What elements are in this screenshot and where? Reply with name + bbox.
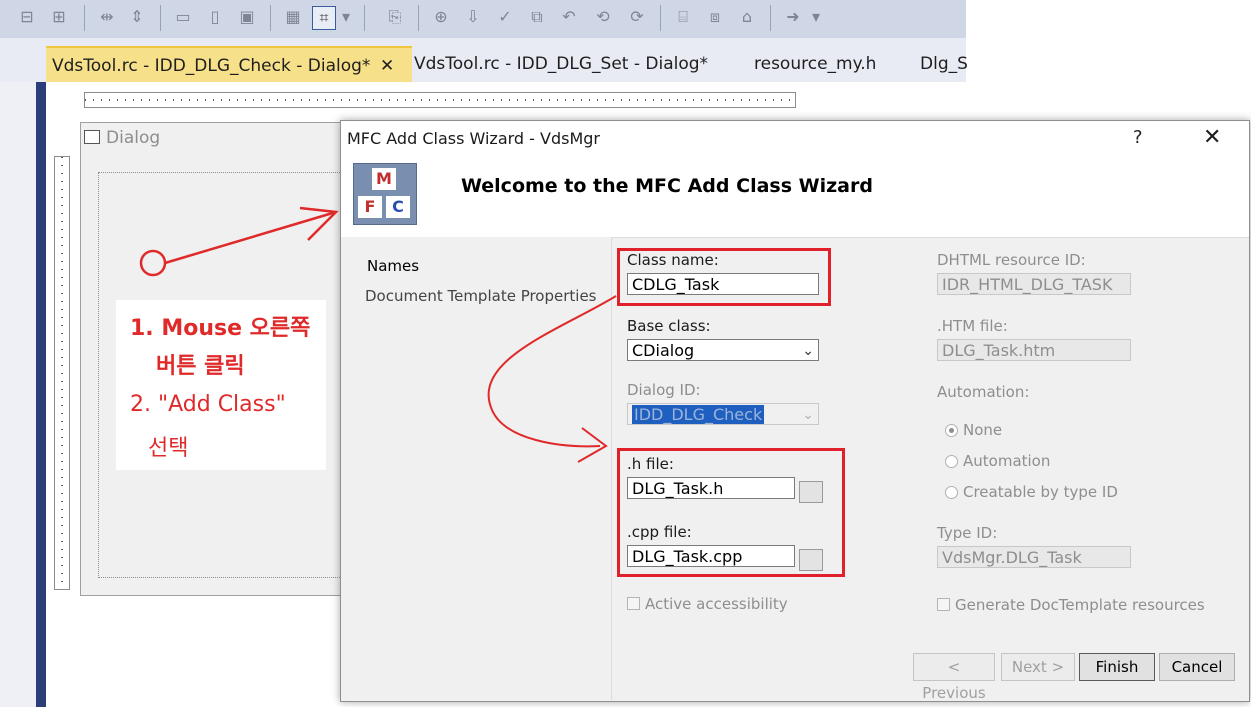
align-left-icon[interactable]: ⊟ <box>16 6 38 28</box>
generate-doctemplate-label: Generate DocTemplate resources <box>955 596 1205 614</box>
class-name-highlight <box>617 248 831 306</box>
dhtml-resource-id-label: DHTML resource ID: <box>937 251 1086 269</box>
automation-automation-radio <box>945 455 958 468</box>
wizard-titlebar: MFC Add Class Wizard - VdsMgr ? ✕ <box>341 121 1249 157</box>
active-accessibility-checkbox <box>627 597 640 610</box>
make-same-size-icon[interactable]: ▣ <box>236 6 258 28</box>
dhtml-resource-id-input: IDR_HTML_DLG_TASK <box>937 273 1131 295</box>
htm-file-input: DLG_Task.htm <box>937 339 1131 361</box>
generate-doctemplate-checkbox <box>937 598 950 611</box>
htm-file-label: .HTM file: <box>937 317 1008 335</box>
annotation-box: 1. Mouse 오른쪽 버튼 클릭 2. "Add Class" 선택 <box>116 300 326 470</box>
nav-names[interactable]: Names <box>367 257 419 275</box>
annotation-step2: 2. "Add Class" <box>130 392 286 417</box>
overflow-chevron-icon[interactable]: ▾ <box>810 6 822 28</box>
next-button: Next > <box>1001 653 1075 681</box>
designer-dialog-title: Dialog <box>84 128 160 148</box>
logo-letter-m: M <box>372 168 396 190</box>
type-id-input: VdsMgr.DLG_Task <box>937 546 1131 568</box>
mfc-add-class-wizard: MFC Add Class Wizard - VdsMgr ? ✕ M F C … <box>340 120 1250 702</box>
wizard-title: MFC Add Class Wizard - VdsMgr <box>347 129 600 148</box>
vertical-ruler[interactable] <box>54 156 70 590</box>
mfc-logo-icon: M F C <box>353 163 417 225</box>
dialog-id-label: Dialog ID: <box>627 381 701 399</box>
close-button[interactable]: ✕ <box>1203 125 1221 150</box>
automation-none-label: None <box>963 421 1003 439</box>
properties-icon[interactable]: ⌸ <box>672 6 694 28</box>
base-class-value: CDialog <box>632 341 695 360</box>
toolbar-separator <box>84 5 85 31</box>
tab-resource-my-h[interactable]: resource_my.h <box>748 46 876 82</box>
space-across-icon[interactable]: ⇹ <box>96 6 118 28</box>
logo-letter-c: C <box>386 196 410 218</box>
share-icon[interactable]: ⌂ <box>736 6 758 28</box>
toolbar-separator <box>418 5 419 31</box>
automation-creatable-label: Creatable by type ID <box>963 483 1118 501</box>
tab-dlg-s[interactable]: Dlg_S <box>914 46 968 82</box>
annotation-step1: 1. Mouse 오른쪽 <box>130 316 311 341</box>
left-panel <box>0 82 36 707</box>
toolbar-separator <box>364 5 365 31</box>
automation-label: Automation: <box>937 383 1030 401</box>
toggle-grid-icon[interactable]: ▦ <box>282 6 304 28</box>
wizard-nav-panel: Names Document Template Properties <box>341 237 612 700</box>
overflow-chevron-icon[interactable]: ▾ <box>340 6 352 28</box>
nav-document-template-properties[interactable]: Document Template Properties <box>365 287 597 305</box>
type-id-label: Type ID: <box>937 524 998 542</box>
ide-toolbar: ⊟ ⊞ ⇹ ⇕ ▭ ▯ ▣ ▦ ⌗ ▾ ⎘ ⊕ ⇩ ✓ ⧉ ↶ ⟲ ⟳ ⌸ ⧈ … <box>0 0 966 39</box>
files-highlight <box>617 448 845 577</box>
make-same-height-icon[interactable]: ▯ <box>204 6 226 28</box>
wizard-heading: Welcome to the MFC Add Class Wizard <box>461 175 873 197</box>
tab-label: resource_my.h <box>754 54 877 74</box>
finish-button[interactable]: Finish <box>1079 653 1155 681</box>
tab-close-icon[interactable]: ✕ <box>380 48 394 84</box>
forward-icon[interactable]: ➜ <box>782 6 804 28</box>
automation-none-radio <box>945 424 958 437</box>
chevron-down-icon: ⌄ <box>802 343 814 359</box>
history-icon[interactable]: ⟲ <box>592 6 614 28</box>
toolbar-separator <box>660 5 661 31</box>
dialog-icon <box>84 130 100 144</box>
chevron-down-icon: ⌄ <box>802 407 814 423</box>
document-tab-bar: VdsTool.rc - IDD_DLG_Check - Dialog* ✕ V… <box>0 38 968 82</box>
toggle-guides-icon[interactable]: ⌗ <box>312 6 336 30</box>
base-class-label: Base class: <box>627 317 711 335</box>
toolbar-separator <box>160 5 161 31</box>
annotation-step2-cont: 선택 <box>148 436 189 461</box>
check-out-icon[interactable]: ⇩ <box>462 6 484 28</box>
wizard-header: M F C Welcome to the MFC Add Class Wizar… <box>341 157 1249 238</box>
tab-label: Dlg_S <box>920 54 968 74</box>
base-class-select[interactable]: CDialog ⌄ <box>627 339 819 361</box>
tab-label: VdsTool.rc - IDD_DLG_Set - Dialog* <box>414 54 709 74</box>
logo-letter-f: F <box>358 196 382 218</box>
align-center-icon[interactable]: ⊞ <box>48 6 70 28</box>
add-item-icon[interactable]: ⊕ <box>430 6 452 28</box>
refresh-icon[interactable]: ⟳ <box>626 6 648 28</box>
tab-idd-dlg-check[interactable]: VdsTool.rc - IDD_DLG_Check - Dialog* ✕ <box>46 46 412 82</box>
left-panel-border <box>36 82 46 707</box>
compare-icon[interactable]: ⧈ <box>704 6 726 28</box>
automation-creatable-radio <box>945 486 958 499</box>
dialog-id-select: IDD_DLG_Check ⌄ <box>627 403 819 425</box>
tab-label: VdsTool.rc - IDD_DLG_Check - Dialog* <box>52 56 371 76</box>
designer-dialog-title-text: Dialog <box>106 128 161 148</box>
horizontal-ruler[interactable] <box>84 92 796 108</box>
help-button[interactable]: ? <box>1133 127 1143 148</box>
undo-checkout-icon[interactable]: ↶ <box>558 6 580 28</box>
clipboard-icon[interactable]: ⧉ <box>526 6 548 28</box>
dialog-id-value: IDD_DLG_Check <box>632 405 765 424</box>
active-accessibility-label: Active accessibility <box>645 595 788 613</box>
toolbar-separator <box>270 5 271 31</box>
cancel-button[interactable]: Cancel <box>1159 653 1235 681</box>
make-same-width-icon[interactable]: ▭ <box>172 6 194 28</box>
source-control-icon[interactable]: ⎘ <box>384 6 406 28</box>
automation-automation-label: Automation <box>963 452 1051 470</box>
space-down-icon[interactable]: ⇕ <box>126 6 148 28</box>
check-in-icon[interactable]: ✓ <box>494 6 516 28</box>
previous-button: < Previous <box>913 653 995 702</box>
tab-idd-dlg-set[interactable]: VdsTool.rc - IDD_DLG_Set - Dialog* <box>408 46 708 82</box>
annotation-step1-cont: 버튼 클릭 <box>156 354 245 379</box>
toolbar-separator <box>770 5 771 31</box>
